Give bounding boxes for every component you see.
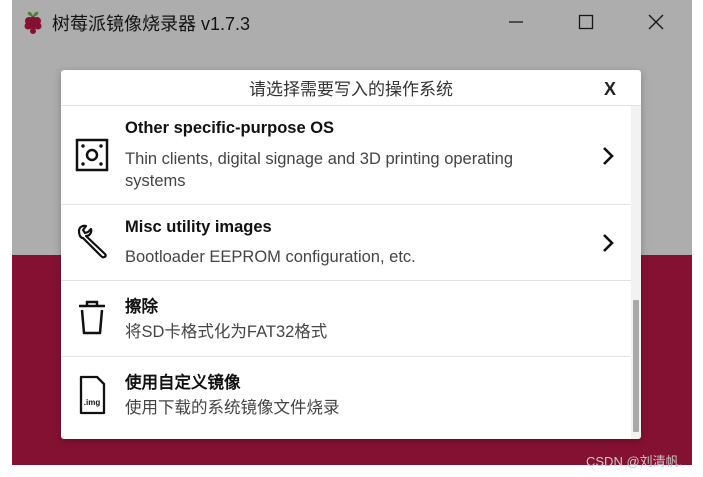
chevron-right-icon — [601, 146, 615, 171]
os-select-dialog: 请选择需要写入的操作系统 X Other specific-purpose OS… — [61, 70, 641, 439]
img-label: .img — [84, 398, 101, 407]
os-list-item-other-specific[interactable]: Other specific-purpose OS Thin clients, … — [61, 106, 631, 205]
scrollbar-thumb[interactable] — [633, 300, 639, 432]
chevron-right-icon — [601, 233, 615, 258]
item-name: 使用自定义镜像 — [125, 374, 241, 392]
os-list-item-custom-image[interactable]: .img 使用自定义镜像 使用下载的系统镜像文件烧录 — [61, 357, 631, 439]
item-description: Bootloader EEPROM configuration, etc. — [125, 248, 416, 266]
img-file-icon: .img — [75, 375, 109, 420]
os-list-item-erase[interactable]: 擦除 将SD卡格式化为FAT32格式 — [61, 281, 631, 357]
item-name: 擦除 — [125, 298, 158, 316]
wrench-icon — [75, 223, 111, 264]
trash-icon — [75, 298, 109, 341]
watermark: CSDN @刘清帆. — [586, 454, 683, 469]
item-description: 使用下载的系统镜像文件烧录 — [125, 399, 340, 417]
dialog-title: 请选择需要写入的操作系统 — [249, 80, 453, 99]
item-name: Other specific-purpose OS — [125, 119, 335, 137]
item-name: Misc utility images — [125, 218, 272, 236]
os-list-item-misc-utility[interactable]: Misc utility images Bootloader EEPROM co… — [61, 205, 631, 281]
generic-os-icon — [75, 138, 109, 177]
dialog-close-button[interactable]: X — [604, 79, 616, 100]
item-description: Thin clients, digital signage and 3D pri… — [125, 150, 513, 190]
item-description: 将SD卡格式化为FAT32格式 — [125, 323, 328, 341]
